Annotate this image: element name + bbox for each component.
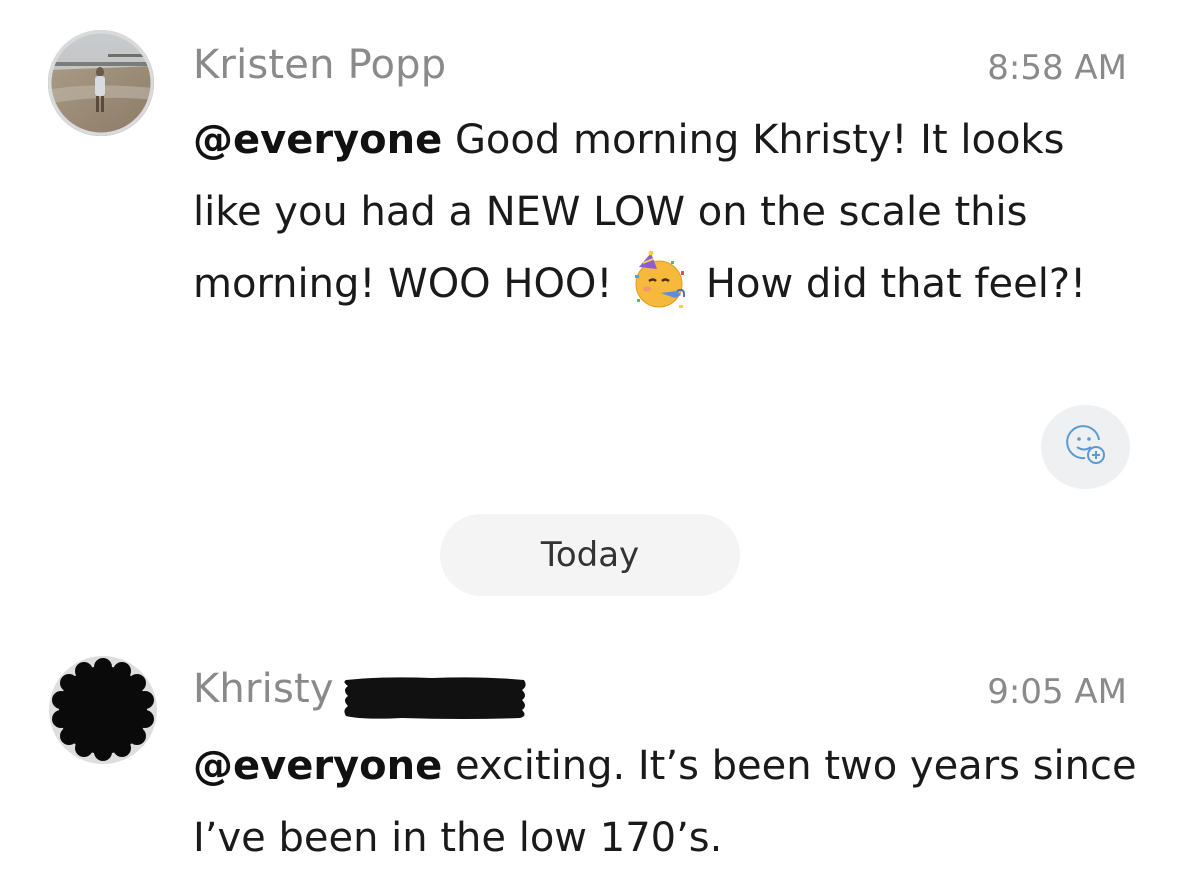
mention-everyone[interactable]: @everyone [193,117,442,163]
message-body: @everyone Good morning Khristy! It looks… [193,104,1143,320]
add-reaction-icon [1061,420,1111,474]
message-body: @everyone exciting. It’s been two years … [193,730,1143,874]
partying-face-emoji [629,250,689,311]
mention-everyone[interactable]: @everyone [193,743,442,789]
date-divider: Today [440,514,740,596]
sender-name[interactable]: Khristy [193,666,334,712]
redaction-mark [342,674,528,720]
message-timestamp: 8:58 AM [987,48,1127,88]
avatar[interactable] [48,655,158,765]
add-reaction-button[interactable] [1041,405,1130,489]
avatar[interactable] [48,30,154,136]
message-text: How did that feel?! [705,261,1087,307]
chat-screen: Kristen Popp 8:58 AM @everyone Good morn… [0,0,1179,886]
sender-name[interactable]: Kristen Popp [193,42,446,88]
message-timestamp: 9:05 AM [987,672,1127,712]
